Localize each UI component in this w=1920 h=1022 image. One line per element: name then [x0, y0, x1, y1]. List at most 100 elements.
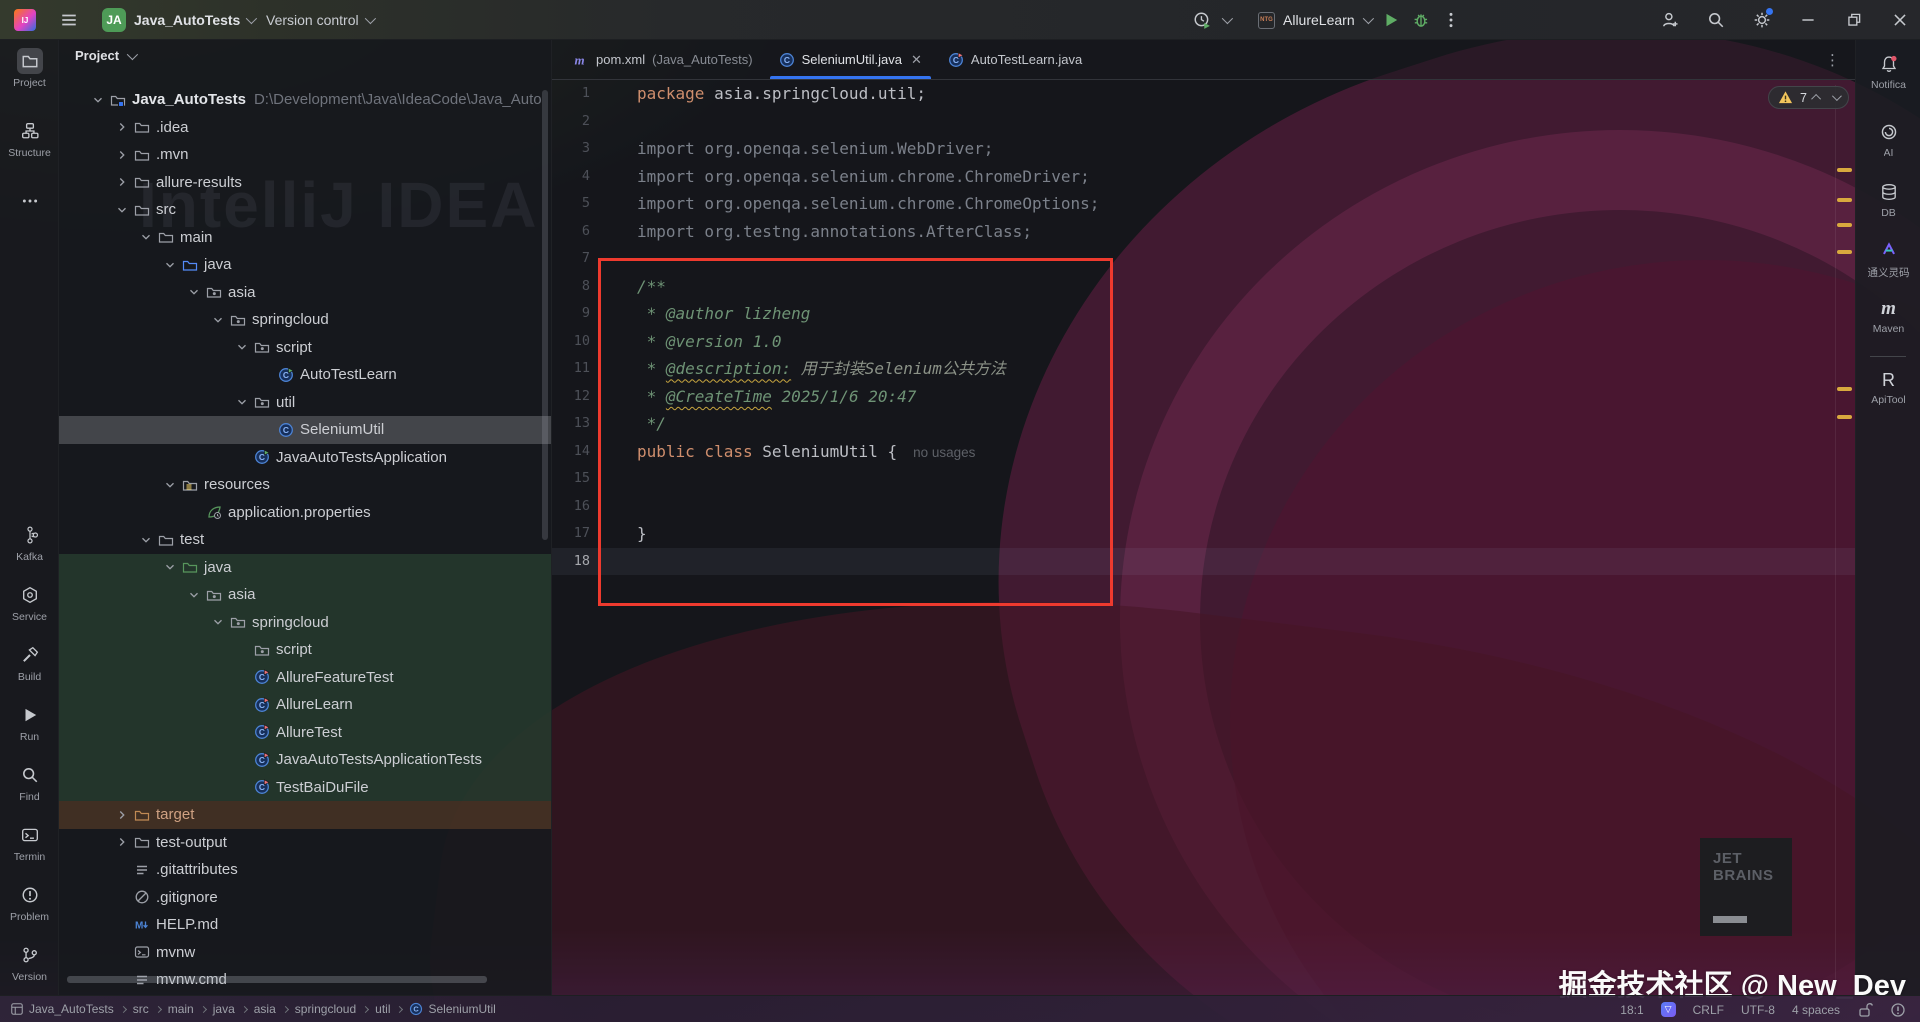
- breadcrumb-java_autotests[interactable]: Java_AutoTests: [10, 1002, 114, 1016]
- code-line-6[interactable]: 6 import org.testng.annotations.AfterClas…: [552, 218, 1855, 246]
- warning-mark[interactable]: [1837, 415, 1852, 419]
- tree-horizontal-scrollbar[interactable]: [67, 976, 487, 983]
- prev-warning-icon[interactable]: [1811, 93, 1821, 104]
- code-line-4[interactable]: 4 import org.openqa.selenium.chrome.Chrom…: [552, 163, 1855, 191]
- chevron-down-icon[interactable]: [110, 196, 133, 223]
- chevron-down-icon[interactable]: [230, 334, 253, 361]
- close-button[interactable]: [1890, 10, 1910, 30]
- next-warning-icon[interactable]: [1831, 91, 1842, 102]
- tree-item-allurefeaturetest[interactable]: C AllureFeatureTest: [59, 663, 551, 691]
- main-menu-button[interactable]: [56, 8, 82, 32]
- minimize-button[interactable]: [1798, 10, 1818, 30]
- inspections-widget[interactable]: 7: [1768, 86, 1849, 109]
- code-line-2[interactable]: 2: [552, 108, 1855, 136]
- stripe-item-build[interactable]: Build: [0, 642, 59, 683]
- editor-tab-seleniumutil.java[interactable]: C SeleniumUtil.java ✕: [766, 40, 935, 79]
- breadcrumb-main[interactable]: main: [168, 1002, 194, 1016]
- tree-item-allure-results[interactable]: allure-results: [59, 169, 551, 197]
- tree-item-resources[interactable]: resources: [59, 471, 551, 499]
- tree-item-springcloud[interactable]: springcloud: [59, 608, 551, 636]
- stripe-item-run[interactable]: Run: [0, 702, 59, 743]
- run-button[interactable]: [1381, 10, 1401, 30]
- tree-item-.idea[interactable]: .idea: [59, 114, 551, 142]
- tree-item-testbaidufile[interactable]: C TestBaiDuFile: [59, 773, 551, 801]
- search-everywhere-icon[interactable]: [1706, 10, 1726, 30]
- editor-tab-autotestlearn.java[interactable]: C AutoTestLearn.java: [935, 40, 1095, 79]
- chevron-right-icon[interactable]: [110, 801, 133, 828]
- tree-item-application.properties[interactable]: application.properties: [59, 499, 551, 527]
- debug-button[interactable]: [1411, 10, 1431, 30]
- tree-item-asia[interactable]: asia: [59, 279, 551, 307]
- tree-item-allurelearn[interactable]: C AllureLearn: [59, 691, 551, 719]
- chevron-down-icon[interactable]: [182, 581, 205, 608]
- indent-selector[interactable]: 4 spaces: [1792, 1003, 1840, 1017]
- chevron-down-icon[interactable]: [134, 224, 157, 251]
- stripe-item-problem[interactable]: Problem: [0, 882, 59, 923]
- warning-mark[interactable]: [1837, 223, 1852, 227]
- run-configuration-selector[interactable]: NTG AllureLearn: [1258, 11, 1374, 29]
- chevron-right-icon[interactable]: [110, 114, 133, 141]
- tree-item-mvnw[interactable]: mvnw: [59, 939, 551, 967]
- stripe-item-find[interactable]: Find: [0, 762, 59, 803]
- tree-item-test-output[interactable]: test-output: [59, 829, 551, 857]
- chevron-right-icon[interactable]: [110, 169, 133, 196]
- breadcrumb-asia[interactable]: asia: [254, 1002, 276, 1016]
- tree-vertical-scrollbar[interactable]: [542, 90, 548, 540]
- editor-tab-pom.xml[interactable]: m pom.xml (Java_AutoTests): [560, 40, 766, 79]
- chevron-down-icon[interactable]: [158, 251, 181, 278]
- tree-item-src[interactable]: src: [59, 196, 551, 224]
- stripe-item-[interactable]: 通义灵码: [1856, 238, 1920, 280]
- stripe-item-maven[interactable]: m Maven: [1856, 298, 1920, 335]
- lock-open-icon[interactable]: [1857, 1002, 1873, 1018]
- more-actions-button[interactable]: [1441, 10, 1461, 30]
- warning-mark[interactable]: [1837, 387, 1852, 391]
- tree-item-java[interactable]: java: [59, 251, 551, 279]
- tree-item-test[interactable]: test: [59, 526, 551, 554]
- tree-item-main[interactable]: main: [59, 224, 551, 252]
- tree-item-alluretest[interactable]: C AllureTest: [59, 718, 551, 746]
- tree-item-javaautotestsapplication[interactable]: C JavaAutoTestsApplication: [59, 444, 551, 472]
- settings-gear-icon[interactable]: [1752, 8, 1773, 30]
- stripe-item-ai[interactable]: AI: [1856, 120, 1920, 159]
- stripe-item-termin[interactable]: Termin: [0, 822, 59, 863]
- tree-item-javaautotestsapplicationtests[interactable]: C JavaAutoTestsApplicationTests: [59, 746, 551, 774]
- encoding-selector[interactable]: UTF-8: [1741, 1003, 1775, 1017]
- restore-button[interactable]: [1844, 10, 1864, 30]
- code-line-5[interactable]: 5 import org.openqa.selenium.chrome.Chrom…: [552, 190, 1855, 218]
- tree-item-javaautotests[interactable]: Java_AutoTests D:\Development\Java\IdeaCo…: [59, 86, 551, 114]
- stripe-item-service[interactable]: Service: [0, 582, 59, 623]
- breadcrumb-util[interactable]: util: [375, 1002, 390, 1016]
- caret-position[interactable]: 18:1: [1620, 1003, 1643, 1017]
- tree-item-springcloud[interactable]: springcloud: [59, 306, 551, 334]
- code-line-1[interactable]: 1 package asia.springcloud.util;: [552, 80, 1855, 108]
- code-line-3[interactable]: 3 import org.openqa.selenium.WebDriver;: [552, 135, 1855, 163]
- warning-mark[interactable]: [1837, 198, 1852, 202]
- profiler-icon[interactable]: [1192, 10, 1212, 30]
- tree-item-script[interactable]: script: [59, 334, 551, 362]
- tree-item-help.md[interactable]: M HELP.md: [59, 911, 551, 939]
- chevron-down-icon[interactable]: [230, 389, 253, 416]
- project-switcher[interactable]: Java_AutoTests: [134, 0, 258, 40]
- tree-item-java[interactable]: java: [59, 553, 551, 581]
- stripe-item-more[interactable]: [0, 188, 59, 214]
- tab-options-icon[interactable]: ⋮: [1823, 50, 1843, 70]
- tongyi-lingma-icon[interactable]: ▽: [1660, 1002, 1676, 1017]
- chevron-down-icon[interactable]: [206, 306, 229, 333]
- stripe-item-apitool[interactable]: R ApiTool: [1856, 370, 1920, 406]
- code-with-me-icon[interactable]: [1660, 10, 1680, 30]
- chevron-down-icon[interactable]: [1221, 12, 1234, 25]
- warning-mark[interactable]: [1837, 168, 1852, 172]
- tree-item-.gitignore[interactable]: .gitignore: [59, 884, 551, 912]
- tree-item-script[interactable]: script: [59, 636, 551, 664]
- inspections-status-icon[interactable]: [1890, 1002, 1906, 1018]
- tree-item-util[interactable]: util: [59, 389, 551, 417]
- stripe-item-notifica[interactable]: Notifica: [1856, 52, 1920, 91]
- chevron-down-icon[interactable]: [134, 526, 157, 553]
- warning-mark[interactable]: [1837, 250, 1852, 254]
- chevron-right-icon[interactable]: [110, 141, 133, 168]
- breadcrumb-springcloud[interactable]: springcloud: [295, 1002, 356, 1016]
- tree-item-.mvn[interactable]: .mvn: [59, 141, 551, 169]
- chevron-right-icon[interactable]: [110, 829, 133, 856]
- tree-item-asia[interactable]: asia: [59, 581, 551, 609]
- chevron-down-icon[interactable]: [182, 279, 205, 306]
